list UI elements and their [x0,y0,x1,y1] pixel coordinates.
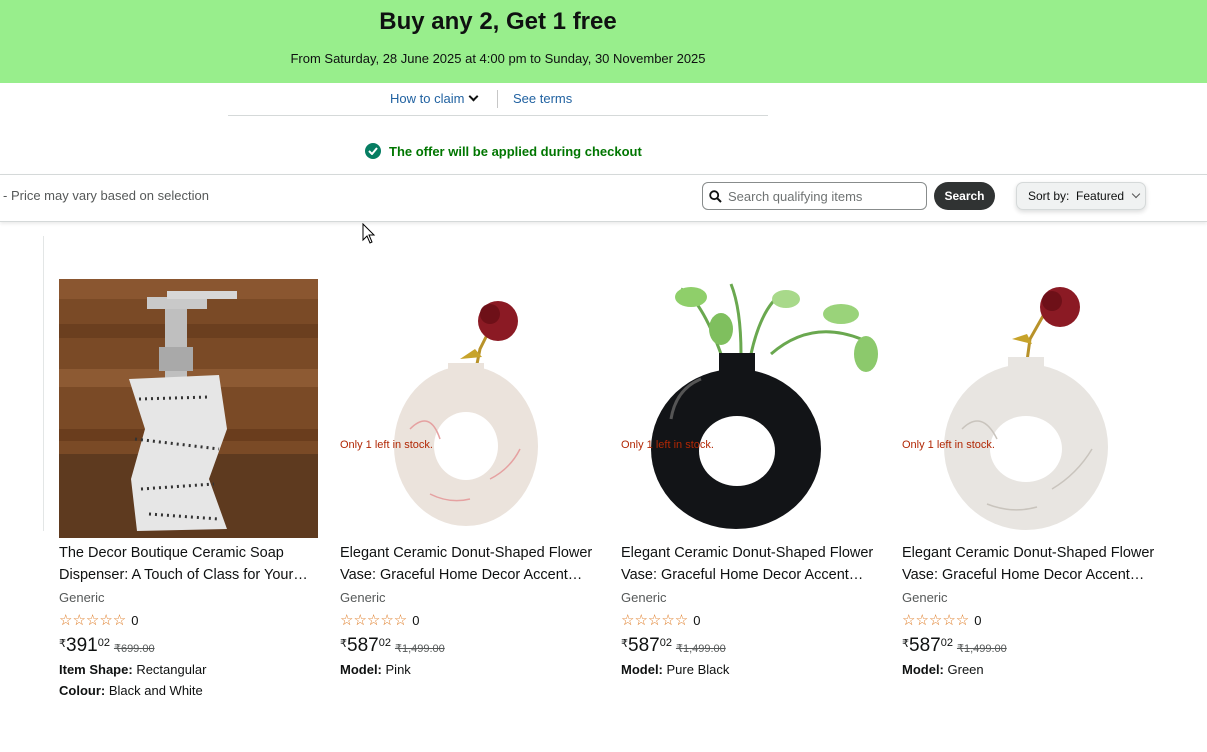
product-card[interactable]: Elegant Ceramic Donut-Shaped Flower Vase… [340,279,602,678]
product-attribute: Item Shape: Rectangular [59,662,321,678]
price-whole: 391 [66,635,98,656]
offer-note: The offer will be applied during checkou… [365,143,642,159]
how-to-claim-link[interactable]: How to claim [390,91,479,106]
list-price: ₹1,499.00 [675,643,726,655]
product-card[interactable]: The Decor Boutique Ceramic Soap Dispense… [59,279,321,699]
price-whole: 587 [909,635,941,656]
search-button[interactable]: Search [934,182,995,210]
attr-value: Pink [385,662,411,677]
attr-value: Green [947,662,984,677]
search-field[interactable] [702,182,927,210]
list-price: ₹1,499.00 [394,643,445,655]
product-title[interactable]: Elegant Ceramic Donut-Shaped Flower Vase… [621,542,883,586]
currency-symbol: ₹ [59,638,66,650]
currency-symbol: ₹ [621,638,628,650]
price-fraction: 02 [659,637,672,649]
stock-notice: Only 1 left in stock. [340,439,433,451]
product-rating[interactable]: ☆☆☆☆☆ 0 [621,610,883,630]
results-toolbar: - Price may vary based on selection Sear… [0,174,1207,222]
product-price: ₹587 02 ₹1,499.00 [902,635,1164,657]
product-title[interactable]: Elegant Ceramic Donut-Shaped Flower Vase… [340,542,602,586]
product-attribute: Colour: Black and White [59,683,321,699]
rating-count: 0 [131,612,139,628]
product-rating[interactable]: ☆☆☆☆☆ 0 [340,610,602,630]
attr-label: Colour: [59,683,106,698]
attr-value: Pure Black [666,662,730,677]
search-input[interactable] [728,188,918,204]
sort-value: Featured [1076,189,1125,203]
currency-symbol: ₹ [340,638,347,650]
sort-dropdown[interactable]: Sort by: Featured [1016,182,1146,210]
product-image[interactable] [340,279,599,538]
price-fraction: 02 [940,637,953,649]
divider [497,90,498,108]
price-note: - Price may vary based on selection [3,188,209,203]
stock-notice: Only 1 left in stock. [621,439,714,451]
price-fraction: 02 [97,637,110,649]
product-rating[interactable]: ☆☆☆☆☆ 0 [59,610,321,630]
chevron-down-icon [1131,189,1141,199]
attr-label: Model: [902,662,944,677]
sort-label: Sort by: [1028,189,1070,203]
product-attribute: Model: Green [902,662,1164,678]
product-attribute: Model: Pure Black [621,662,883,678]
price-fraction: 02 [378,637,391,649]
product-price: ₹587 02 ₹1,499.00 [621,635,883,657]
rating-count: 0 [974,612,982,628]
attr-label: Model: [621,662,663,677]
attr-value: Rectangular [136,662,207,677]
attr-label: Model: [340,662,382,677]
product-rating[interactable]: ☆☆☆☆☆ 0 [902,610,1164,630]
chevron-down-icon [468,91,479,102]
promo-banner: Buy any 2, Get 1 free From Saturday, 28 … [0,0,1207,83]
product-price: ₹587 02 ₹1,499.00 [340,635,602,657]
how-to-claim-label: How to claim [390,91,465,106]
currency-symbol: ₹ [902,638,909,650]
claim-row: How to claim See terms [228,83,768,116]
offer-note-text: The offer will be applied during checkou… [389,143,642,159]
product-brand: Generic [621,590,667,605]
search-icon [709,189,722,203]
product-card[interactable]: Elegant Ceramic Donut-Shaped Flower Vase… [902,279,1164,678]
product-title[interactable]: Elegant Ceramic Donut-Shaped Flower Vase… [902,542,1164,586]
star-rating-icon: ☆☆☆☆☆ [621,612,689,629]
star-rating-icon: ☆☆☆☆☆ [59,612,127,629]
product-brand: Generic [340,590,386,605]
product-attribute: Model: Pink [340,662,602,678]
price-whole: 587 [628,635,660,656]
rating-count: 0 [693,612,701,628]
mouse-cursor-icon [362,223,376,244]
divider [43,236,44,531]
stock-notice: Only 1 left in stock. [902,439,995,451]
product-image[interactable] [902,279,1161,538]
see-terms-link[interactable]: See terms [513,91,572,106]
list-price: ₹1,499.00 [956,643,1007,655]
attr-label: Item Shape: [59,662,133,677]
check-circle-icon [365,143,381,159]
attr-value: Black and White [108,683,203,698]
promo-dates: From Saturday, 28 June 2025 at 4:00 pm t… [290,51,706,66]
product-image[interactable] [59,279,318,538]
product-title[interactable]: The Decor Boutique Ceramic Soap Dispense… [59,542,321,586]
rating-count: 0 [412,612,420,628]
price-whole: 587 [347,635,379,656]
star-rating-icon: ☆☆☆☆☆ [340,612,408,629]
star-rating-icon: ☆☆☆☆☆ [902,612,970,629]
product-brand: Generic [902,590,948,605]
product-card[interactable]: Elegant Ceramic Donut-Shaped Flower Vase… [621,279,883,678]
promo-title: Buy any 2, Get 1 free [379,8,617,35]
product-brand: Generic [59,590,105,605]
list-price: ₹699.00 [113,643,155,655]
product-image[interactable] [621,279,880,538]
product-price: ₹391 02 ₹699.00 [59,635,321,657]
